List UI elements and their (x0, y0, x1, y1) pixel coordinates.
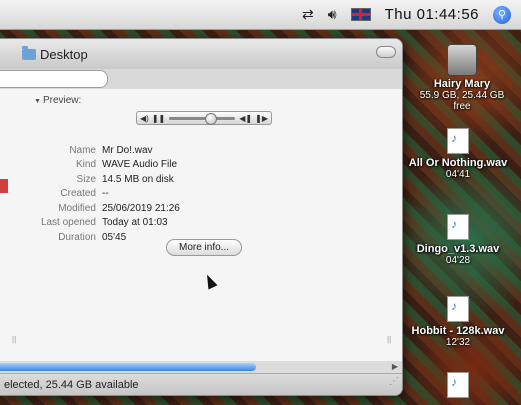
input-source-flag-icon[interactable] (350, 8, 371, 21)
info-label: Duration (58, 231, 96, 243)
hard-drive-icon (447, 44, 477, 76)
column-resize-handle[interactable]: || (12, 335, 16, 344)
pause-icon[interactable]: ❚❚ (152, 114, 165, 123)
desktop-icon-hobbit[interactable]: Hobbit - 128k.wav 12'32 (406, 296, 510, 348)
info-value: 05'45 (102, 231, 127, 243)
info-value: Today at 01:03 (102, 217, 168, 229)
menu-clock[interactable]: Thu 01:44:56 (385, 6, 479, 23)
desktop-icon-sub: 04'41 (445, 169, 471, 180)
more-info-button[interactable]: More info... (166, 239, 242, 256)
menu-bar: ⇄ 🔊︎ Thu 01:44:56 ⚲ (0, 0, 521, 30)
scrubber-knob[interactable] (205, 112, 218, 125)
disclosure-triangle-icon[interactable]: ▼ (34, 98, 41, 105)
status-bar: elected, 25.44 GB available ⋰ (0, 373, 402, 395)
wav-file-icon (447, 128, 469, 154)
info-label: Created (60, 188, 96, 200)
preview-label: Preview: (42, 95, 82, 106)
info-row-modified: Modified 25/06/2019 21:26 (0, 201, 180, 216)
desktop-icon-partial[interactable] (406, 372, 510, 401)
mouse-pointer-icon (202, 272, 218, 290)
playback-scrubber[interactable] (169, 112, 236, 125)
info-row-last-opened: Last opened Today at 01:03 (0, 216, 180, 231)
wav-file-icon (447, 214, 469, 240)
info-row-duration: Duration 05'45 (0, 230, 180, 245)
info-value: Mr Do!.wav (102, 144, 153, 156)
search-field[interactable] (0, 70, 108, 88)
desktop-icon-label: Hobbit - 128k.wav (411, 325, 505, 337)
column-resize-handle[interactable]: || (387, 335, 391, 344)
folder-icon (22, 45, 36, 60)
forward-icon[interactable]: ❚▶ (255, 114, 268, 123)
finder-window: Desktop ▼ Preview: ◀) ❚❚ ◀❚ ❚▶ Name Mr Do… (0, 38, 403, 396)
scrollbar-thumb[interactable] (0, 363, 256, 371)
volume-small-icon[interactable]: ◀) (140, 114, 149, 123)
info-label: Name (69, 144, 96, 156)
desktop-icon-label: Dingo_v1.3.wav (416, 243, 500, 255)
toolbar-toggle-button[interactable] (376, 46, 396, 58)
info-value: 25/06/2019 21:26 (102, 202, 180, 214)
window-title-label: Desktop (40, 46, 88, 62)
info-value: -- (102, 188, 109, 200)
preview-disclosure[interactable]: ▼ Preview: (34, 95, 81, 106)
desktop-icon-sub: 04'28 (445, 255, 471, 266)
window-titlebar[interactable]: Desktop (0, 39, 402, 69)
desktop-icon-sub: 55.9 GB, 25.44 GB free (419, 90, 505, 112)
info-row-name: Name Mr Do!.wav (0, 143, 180, 158)
wav-file-icon (447, 296, 469, 322)
audio-player[interactable]: ◀) ❚❚ ◀❚ ❚▶ (136, 111, 272, 125)
info-row-kind: Kind WAVE Audio File (0, 158, 180, 173)
info-label: Modified (58, 202, 96, 214)
desktop-icon-sub: 12'32 (445, 337, 471, 348)
spotlight-search-icon[interactable]: ⚲ (493, 5, 511, 24)
window-title: Desktop (22, 45, 88, 62)
desktop-icon-hairy-mary[interactable]: Hairy Mary 55.9 GB, 25.44 GB free (410, 44, 514, 112)
desktop-icon-label: All Or Nothing.wav (408, 157, 508, 169)
resize-grip-icon[interactable]: ⋰ (389, 371, 399, 393)
info-label: Kind (75, 159, 96, 171)
info-row-created: Created -- (0, 187, 180, 202)
info-value: WAVE Audio File (102, 159, 178, 171)
desktop-icon-all-or-nothing[interactable]: All Or Nothing.wav 04'41 (406, 128, 510, 180)
desktop-icon-label: Hairy Mary (433, 78, 491, 90)
status-text: elected, 25.44 GB available (4, 379, 139, 391)
info-label: Size (76, 173, 96, 185)
sync-icon[interactable]: ⇄ (302, 6, 314, 23)
wav-file-icon (447, 372, 469, 398)
info-row-size: Size 14.5 MB on disk (0, 172, 180, 187)
info-label: Last opened (40, 217, 96, 229)
preview-pane: ▼ Preview: ◀) ❚❚ ◀❚ ❚▶ Name Mr Do!.wav Ki… (0, 89, 402, 361)
info-value: 14.5 MB on disk (102, 173, 174, 185)
rewind-icon[interactable]: ◀❚ (239, 114, 252, 123)
horizontal-scrollbar[interactable]: ▶ (0, 361, 402, 373)
volume-icon[interactable]: 🔊︎ (328, 6, 337, 23)
desktop-icon-dingo[interactable]: Dingo_v1.3.wav 04'28 (406, 214, 510, 266)
window-toolbar (0, 69, 402, 89)
file-info-list: Name Mr Do!.wav Kind WAVE Audio File Siz… (0, 143, 180, 245)
